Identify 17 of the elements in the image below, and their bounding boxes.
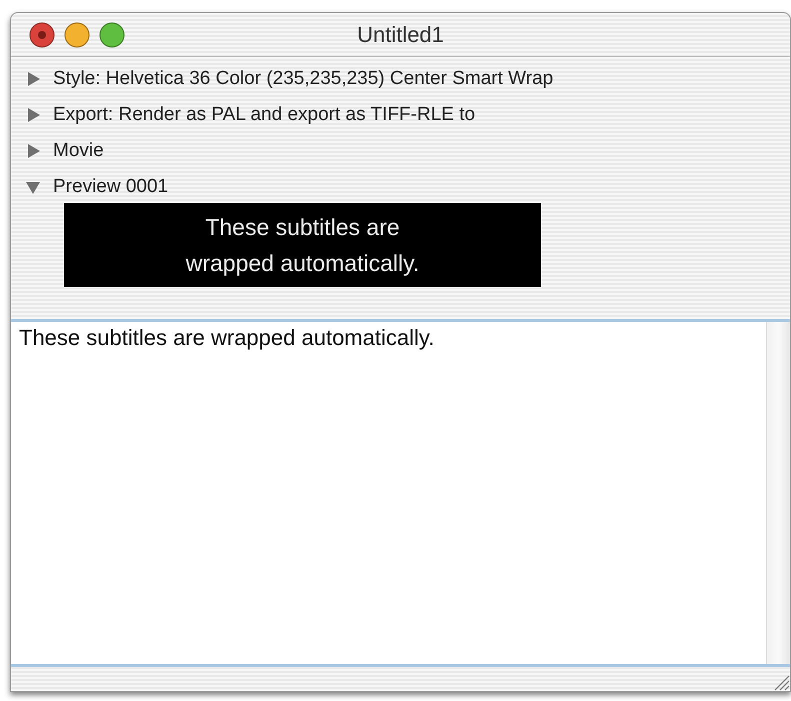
subtitle-line: wrapped automatically.: [186, 249, 420, 278]
scrollbar[interactable]: [766, 322, 790, 664]
collapsed-triangle-icon[interactable]: [25, 143, 41, 159]
zoom-button[interactable]: [99, 22, 125, 48]
resize-grip-icon[interactable]: [772, 673, 790, 691]
expanded-triangle-icon[interactable]: [25, 179, 41, 195]
disclosure-label: Preview 0001: [53, 174, 168, 199]
collapsed-triangle-icon[interactable]: [25, 107, 41, 123]
collapsed-triangle-icon[interactable]: [25, 71, 41, 87]
disclosure-label: Export: Render as PAL and export as TIFF-RLE to: [53, 102, 476, 127]
subtitle-line: These subtitles are: [205, 213, 400, 242]
text-area[interactable]: These subtitles are wrapped automatically.: [11, 322, 766, 664]
disclosure-label: Movie: [53, 138, 104, 163]
minimize-button[interactable]: [64, 22, 90, 48]
window-title: Untitled1: [357, 21, 444, 49]
disclosure-label: Style: Helvetica 36 Color (235,235,235) Center Smart Wrap: [53, 66, 554, 91]
close-button[interactable]: [29, 22, 55, 48]
